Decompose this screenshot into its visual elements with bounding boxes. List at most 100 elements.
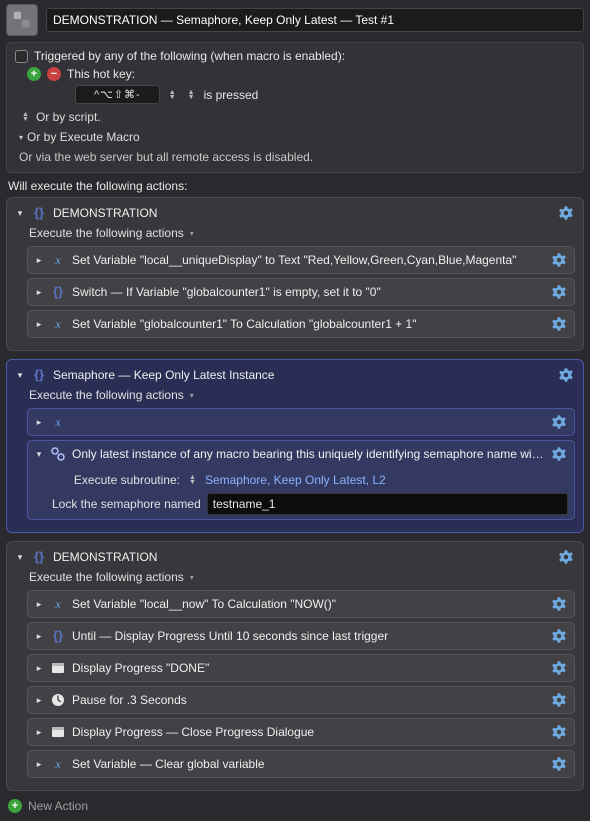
svg-text:{}: {}: [34, 367, 44, 382]
disclosure-chevron[interactable]: ▾: [15, 370, 25, 381]
action-row[interactable]: ▸ {} Until — Display Progress Until 10 sec…: [27, 622, 575, 650]
window-icon: [50, 724, 66, 740]
gear-icon[interactable]: [550, 445, 568, 463]
disclosure-chevron[interactable]: ▸: [34, 287, 44, 298]
add-trigger-button[interactable]: +: [27, 67, 41, 81]
macro-icon[interactable]: [6, 4, 38, 36]
disclosure-chevron[interactable]: ▸: [34, 417, 44, 428]
variable-icon: x: [50, 756, 66, 772]
svg-text:x: x: [54, 757, 61, 771]
action-text: Only latest instance of any macro bearin…: [72, 447, 544, 461]
disclosure-chevron[interactable]: ▾: [15, 552, 25, 563]
action-text: Set Variable — Clear global variable: [72, 757, 544, 771]
braces-icon: {}: [50, 628, 66, 644]
trigger-section: Triggered by any of the following (when …: [6, 42, 584, 173]
action-row[interactable]: ▸xSet Variable "local__uniqueDisplay" to…: [27, 246, 575, 274]
gear-icon[interactable]: [550, 251, 568, 269]
variable-icon: x: [50, 596, 66, 612]
action-text: Set Variable "globalcounter1" To Calcula…: [72, 317, 544, 331]
action-group[interactable]: ▾{}DEMONSTRATIONExecute the following ac…: [6, 197, 584, 351]
subhead-chevron[interactable]: ▾: [190, 229, 194, 238]
gear-icon[interactable]: [557, 204, 575, 222]
action-text: Display Progress — Close Progress Dialog…: [72, 725, 544, 739]
svg-text:{}: {}: [34, 549, 44, 564]
svg-text:x: x: [54, 253, 61, 267]
variable-icon: x: [50, 252, 66, 268]
group-title: DEMONSTRATION: [53, 550, 551, 564]
hotkey-state-stepper[interactable]: ▲▼: [188, 90, 195, 100]
gear-icon[interactable]: [550, 659, 568, 677]
action-row[interactable]: ▸ x Set Variable "globalcounter1" To Calcu…: [27, 310, 575, 338]
action-row[interactable]: ▸ {} Switch — If Variable "globalcounter1"…: [27, 278, 575, 306]
gear-icon[interactable]: [550, 691, 568, 709]
subroutine-label: Execute subroutine:: [52, 473, 180, 487]
hotkey-field[interactable]: ^⌥⇧⌘-: [75, 85, 160, 104]
action-row[interactable]: ▸x: [27, 408, 575, 436]
action-text: Until — Display Progress Until 10 second…: [72, 629, 544, 643]
disclosure-chevron[interactable]: ▸: [34, 663, 44, 674]
action-row[interactable]: ▸ Display Progress — Close Progress Dialo…: [27, 718, 575, 746]
svg-text:{}: {}: [53, 284, 63, 299]
variable-icon: x: [50, 316, 66, 332]
action-group[interactable]: ▾ {} DEMONSTRATION Execute the following ac…: [6, 541, 584, 791]
disclosure-chevron[interactable]: ▸: [34, 759, 44, 770]
group-title: Semaphore — Keep Only Latest Instance: [53, 368, 551, 382]
or-by-script[interactable]: ▲▼ Or by script.: [19, 110, 575, 124]
action-text: Switch — If Variable "globalcounter1" is…: [72, 285, 544, 299]
link-icon: [50, 446, 66, 462]
action-row[interactable]: ▸Display Progress "DONE": [27, 654, 575, 682]
window-icon: [50, 660, 66, 676]
gear-icon[interactable]: [557, 366, 575, 384]
svg-text:{}: {}: [53, 628, 63, 643]
svg-text:x: x: [54, 415, 61, 429]
hotkey-label: This hot key:: [67, 67, 135, 81]
gear-icon[interactable]: [550, 723, 568, 741]
action-text: Pause for .3 Seconds: [72, 693, 544, 707]
gear-icon[interactable]: [550, 755, 568, 773]
or-by-execute-macro[interactable]: ▾ Or by Execute Macro: [19, 130, 575, 144]
gear-icon[interactable]: [550, 283, 568, 301]
disclosure-chevron[interactable]: ▸: [34, 695, 44, 706]
clock-icon: [50, 692, 66, 708]
action-row[interactable]: ▾ Only latest instance of any macro beari…: [27, 440, 575, 520]
gear-icon[interactable]: [550, 413, 568, 431]
gear-icon[interactable]: [550, 595, 568, 613]
remove-trigger-button[interactable]: −: [47, 67, 61, 81]
action-group[interactable]: ▾ {} Semaphore — Keep Only Latest Instance…: [6, 359, 584, 533]
subroutine-select[interactable]: Semaphore, Keep Only Latest, L2: [205, 473, 386, 487]
semaphore-name-input[interactable]: [207, 493, 568, 515]
disclosure-chevron[interactable]: ▾: [34, 449, 44, 460]
hotkey-state-label: is pressed: [204, 88, 259, 102]
svg-text:x: x: [54, 597, 61, 611]
group-subhead: Execute the following actions▾: [29, 226, 575, 240]
svg-text:x: x: [54, 317, 61, 331]
subroutine-stepper[interactable]: ▲▼: [189, 475, 196, 485]
action-text: Set Variable "local__now" To Calculation…: [72, 597, 544, 611]
action-row[interactable]: ▸ x Set Variable "local__now" To Calculati…: [27, 590, 575, 618]
action-row[interactable]: ▸ Pause for .3 Seconds: [27, 686, 575, 714]
action-row[interactable]: ▸ x Set Variable — Clear global variable: [27, 750, 575, 778]
braces-icon: {}: [31, 549, 47, 565]
gear-icon[interactable]: [550, 627, 568, 645]
trigger-header-label: Triggered by any of the following (when …: [34, 49, 345, 63]
gear-icon[interactable]: [557, 548, 575, 566]
variable-icon: x: [50, 414, 66, 430]
disclosure-chevron[interactable]: ▸: [34, 319, 44, 330]
group-subhead: Execute the following actions▾: [29, 570, 575, 584]
semaphore-lock-label: Lock the semaphore named: [52, 497, 201, 511]
trigger-enabled-checkbox[interactable]: [15, 50, 28, 63]
hotkey-popup-button[interactable]: ▲▼: [169, 90, 176, 100]
subhead-chevron[interactable]: ▾: [190, 391, 194, 400]
svg-text:{}: {}: [34, 205, 44, 220]
disclosure-chevron[interactable]: ▾: [15, 208, 25, 219]
actions-section-label: Will execute the following actions:: [8, 179, 584, 193]
gear-icon[interactable]: [550, 315, 568, 333]
disclosure-chevron[interactable]: ▸: [34, 727, 44, 738]
disclosure-chevron[interactable]: ▸: [34, 255, 44, 266]
braces-icon: {}: [31, 205, 47, 221]
new-action-button[interactable]: + New Action: [8, 799, 582, 813]
disclosure-chevron[interactable]: ▸: [34, 631, 44, 642]
macro-title-input[interactable]: [46, 8, 584, 32]
disclosure-chevron[interactable]: ▸: [34, 599, 44, 610]
subhead-chevron[interactable]: ▾: [190, 573, 194, 582]
